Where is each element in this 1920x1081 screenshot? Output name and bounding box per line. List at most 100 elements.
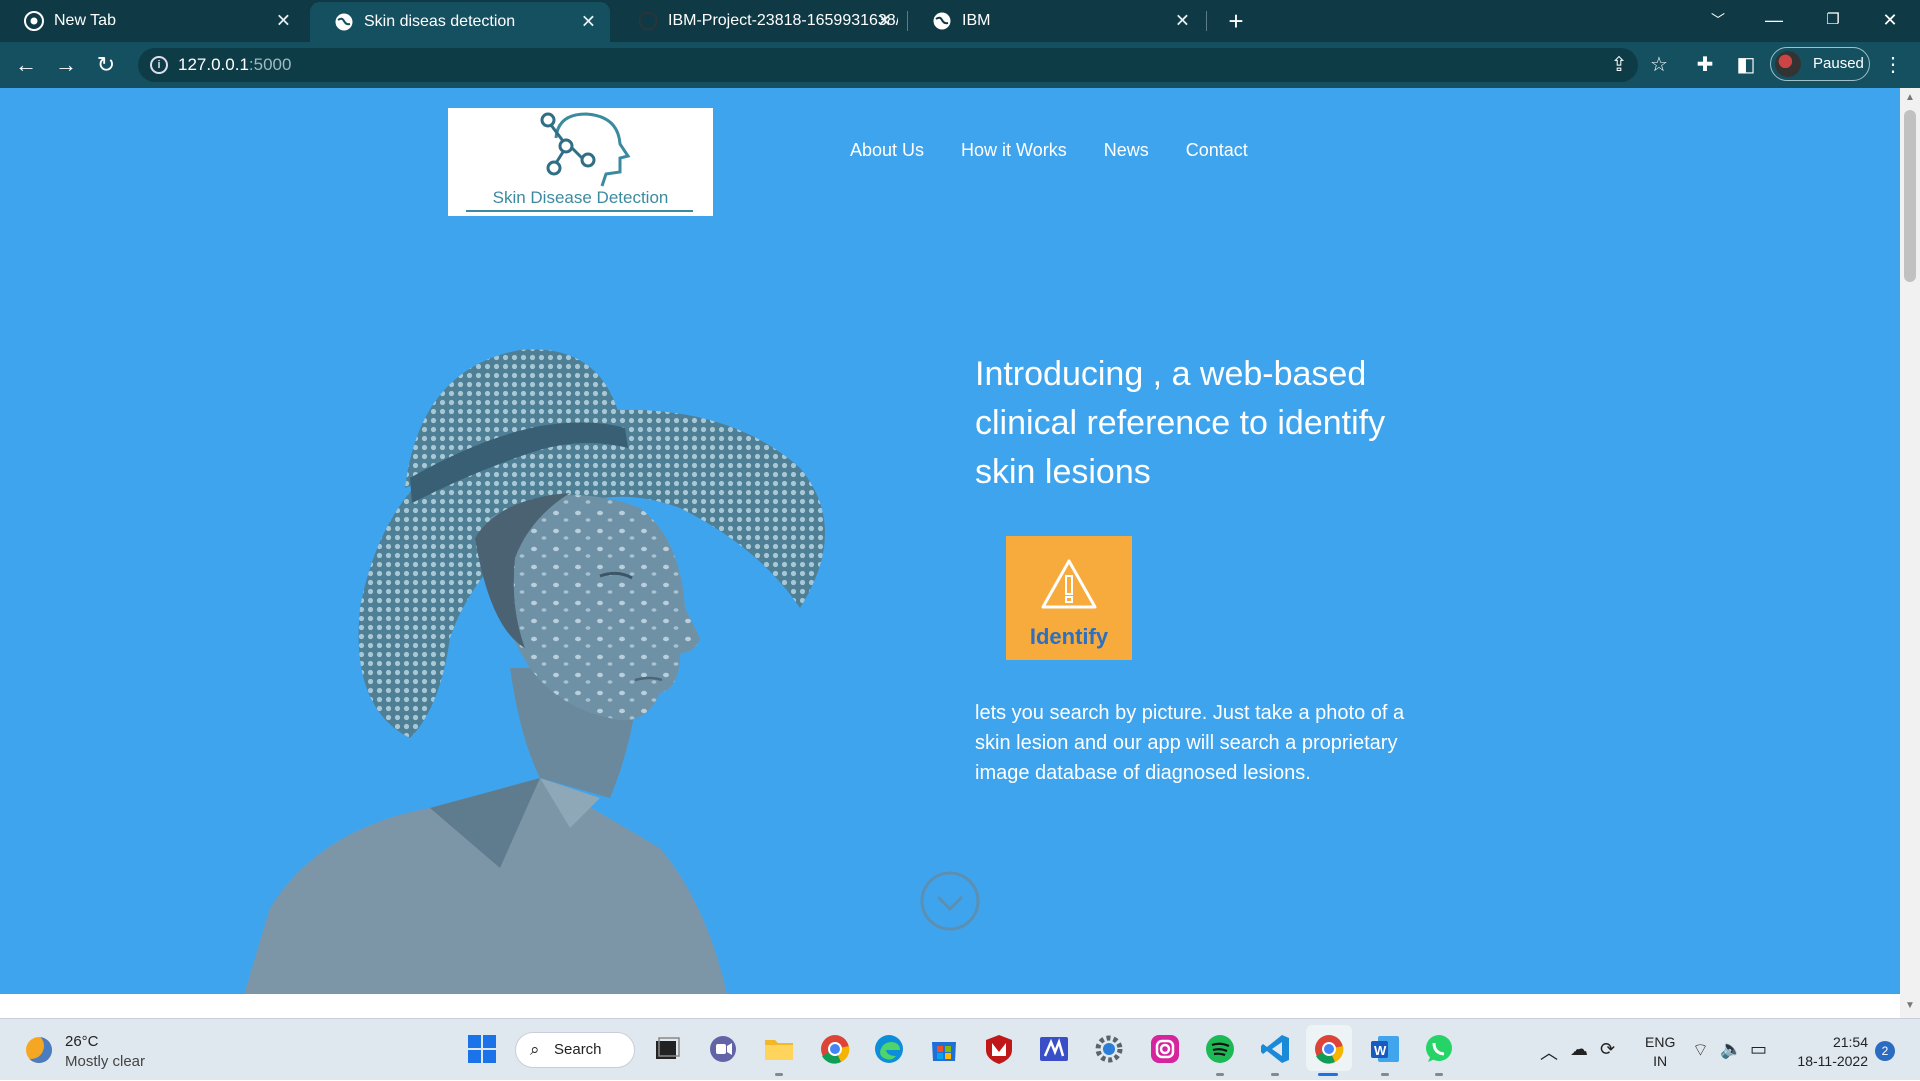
- bookmark-star-icon[interactable]: ☆: [1646, 52, 1672, 78]
- side-panel-icon[interactable]: ◧: [1733, 52, 1759, 78]
- chrome-icon: [24, 11, 44, 31]
- word-icon[interactable]: W: [1368, 1032, 1402, 1066]
- weather-temp: 26°C: [65, 1033, 99, 1050]
- hero-woman-with-hat-image: [244, 349, 825, 994]
- tab-label: IBM-Project-23818-1659931638/: [668, 12, 898, 29]
- tab-skin-disease[interactable]: Skin diseas detection ✕: [310, 2, 610, 42]
- nav-contact[interactable]: Contact: [1186, 140, 1248, 161]
- search-label: Search: [554, 1041, 602, 1058]
- new-tab-button[interactable]: +: [1220, 6, 1252, 38]
- settings-gear-icon[interactable]: [1092, 1032, 1126, 1066]
- weather-widget[interactable]: 26°C Mostly clear: [22, 1031, 202, 1071]
- tab-separator: [1206, 11, 1207, 31]
- clock[interactable]: 21:54 18-11-2022: [1790, 1033, 1868, 1071]
- language-indicator[interactable]: ENG IN: [1645, 1033, 1675, 1071]
- back-button[interactable]: ←: [10, 50, 42, 82]
- nav-about-us[interactable]: About Us: [850, 140, 924, 161]
- close-icon[interactable]: ✕: [877, 11, 892, 32]
- tab-label: New Tab: [54, 12, 116, 29]
- running-indicator: [1216, 1073, 1224, 1076]
- chrome-icon[interactable]: [1312, 1032, 1346, 1066]
- globe-icon: [933, 12, 951, 30]
- windows-start-icon[interactable]: [465, 1032, 499, 1066]
- globe-icon: [335, 13, 353, 31]
- volume-icon[interactable]: 🔈: [1720, 1039, 1742, 1060]
- teams-chat-icon[interactable]: [706, 1032, 740, 1066]
- chrome-icon[interactable]: [818, 1032, 852, 1066]
- running-indicator: [1435, 1073, 1443, 1076]
- hero-description: lets you search by picture. Just take a …: [975, 702, 1405, 784]
- close-icon[interactable]: ✕: [1175, 11, 1190, 32]
- hero-heading: Introducing , a web-based clinical refer…: [975, 355, 1386, 491]
- close-window-button[interactable]: ✕: [1862, 0, 1918, 40]
- page-bottom-strip: [0, 994, 1900, 1018]
- reload-button[interactable]: ↻: [90, 50, 122, 82]
- site-logo[interactable]: Skin Disease Detection: [448, 108, 713, 216]
- running-indicator: [1271, 1073, 1279, 1076]
- minimize-button[interactable]: —: [1746, 0, 1802, 40]
- logo-underline: [466, 210, 693, 212]
- avatar: [1775, 51, 1801, 77]
- running-indicator: [1381, 1073, 1389, 1076]
- sync-icon[interactable]: ⟳: [1600, 1039, 1615, 1060]
- tab-github-project[interactable]: IBM-Project-23818-1659931638/ ✕: [614, 0, 906, 42]
- forward-button[interactable]: →: [50, 50, 82, 82]
- chevron-up-icon[interactable]: ︿: [1540, 1039, 1558, 1065]
- url-port: :5000: [248, 55, 292, 74]
- close-icon[interactable]: ✕: [581, 12, 596, 33]
- tab-search-button[interactable]: ﹀: [1690, 0, 1746, 40]
- restore-button[interactable]: ❐: [1805, 0, 1861, 40]
- notification-badge[interactable]: 2: [1875, 1041, 1895, 1061]
- weather-condition: Mostly clear: [65, 1053, 146, 1070]
- url-host: 127.0.0.1: [178, 55, 249, 74]
- spotify-icon[interactable]: [1203, 1032, 1237, 1066]
- whatsapp-icon[interactable]: [1422, 1032, 1456, 1066]
- mathway-icon[interactable]: [1037, 1032, 1071, 1066]
- share-icon[interactable]: ⇪: [1606, 52, 1632, 78]
- battery-icon[interactable]: ▭: [1750, 1039, 1767, 1060]
- site-info-icon[interactable]: i: [150, 56, 168, 74]
- page-scrollbar[interactable]: ▲ ▼: [1900, 88, 1920, 1018]
- windows-taskbar: 26°C Mostly clear ⌕ Search W ︿ ☁ ⟳ ⌔ 🔈 ▭…: [0, 1018, 1920, 1080]
- taskbar-search[interactable]: ⌕ Search: [515, 1032, 635, 1068]
- svg-text:W: W: [1374, 1043, 1387, 1058]
- nav-how-it-works[interactable]: How it Works: [961, 140, 1067, 161]
- scroll-up-arrow-icon[interactable]: ▲: [1904, 92, 1916, 104]
- lang-line2: IN: [1653, 1053, 1668, 1069]
- vscode-icon[interactable]: [1258, 1032, 1292, 1066]
- running-indicator: [775, 1073, 783, 1076]
- wifi-icon[interactable]: ⌔: [1692, 1039, 1709, 1062]
- tab-ibm[interactable]: IBM ✕: [908, 0, 1204, 42]
- page-viewport: Skin Disease Detection About Us How it W…: [0, 88, 1900, 994]
- profile-label: Paused: [1813, 55, 1864, 72]
- file-explorer-icon[interactable]: [762, 1032, 796, 1066]
- tab-new-tab[interactable]: New Tab ✕: [0, 0, 305, 42]
- warning-icon: [1041, 559, 1097, 609]
- logo-text: Skin Disease Detection: [492, 188, 669, 207]
- profile-button[interactable]: Paused: [1770, 47, 1870, 81]
- edge-icon[interactable]: [872, 1032, 906, 1066]
- extensions-icon[interactable]: ✚: [1692, 52, 1718, 78]
- weather-moon-icon: [26, 1037, 52, 1063]
- scroll-down-arrow-icon[interactable]: ▼: [1904, 1000, 1916, 1012]
- chevron-down-icon[interactable]: [920, 871, 980, 931]
- onedrive-cloud-icon[interactable]: ☁: [1570, 1039, 1588, 1060]
- menu-icon[interactable]: ⋮: [1880, 52, 1906, 78]
- identify-button[interactable]: Identify: [1006, 536, 1132, 660]
- close-icon[interactable]: ✕: [276, 11, 291, 32]
- head-network-logo-icon: [540, 112, 631, 187]
- nav-news[interactable]: News: [1104, 140, 1149, 161]
- browser-tab-strip: New Tab ✕ Skin diseas detection ✕ IBM-Pr…: [0, 0, 1920, 42]
- address-bar[interactable]: i 127.0.0.1:5000 ⇪ ☆: [138, 48, 1668, 82]
- microsoft-store-icon[interactable]: [927, 1032, 961, 1066]
- tab-label: Skin diseas detection: [364, 13, 516, 30]
- mcafee-icon[interactable]: [982, 1032, 1016, 1066]
- main-nav: About Us How it Works News Contact: [850, 140, 1248, 161]
- lang-line1: ENG: [1645, 1034, 1676, 1050]
- browser-toolbar: ← → ↻ i 127.0.0.1:5000 ⇪ ☆ ✚ ◧ Paused ⋮: [0, 42, 1920, 88]
- clock-date: 18-11-2022: [1797, 1053, 1868, 1069]
- scrollbar-thumb[interactable]: [1904, 110, 1916, 282]
- search-icon: ⌕: [530, 1040, 540, 1059]
- task-view-icon[interactable]: [650, 1032, 684, 1066]
- instagram-icon[interactable]: [1148, 1032, 1182, 1066]
